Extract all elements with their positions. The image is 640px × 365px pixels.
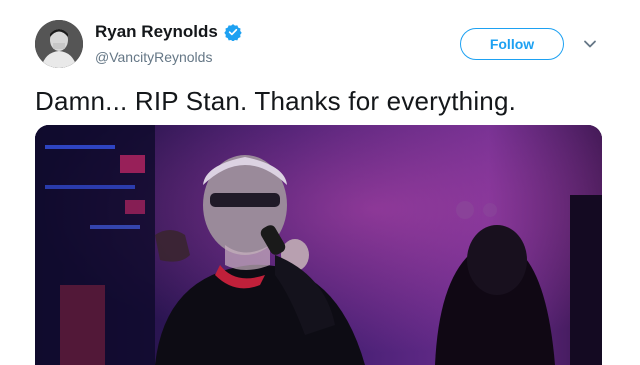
avatar[interactable] <box>35 20 83 68</box>
author-handle[interactable]: @VancityReynolds <box>95 49 212 65</box>
tweet-text: Damn... RIP Stan. Thanks for everything. <box>35 86 517 116</box>
media-photo <box>35 125 602 365</box>
author-name-row[interactable]: Ryan Reynolds <box>95 22 242 42</box>
author-name[interactable]: Ryan Reynolds <box>95 22 218 42</box>
tweet-media-image[interactable] <box>35 125 602 365</box>
chevron-down-icon[interactable] <box>582 36 598 52</box>
verified-badge-icon <box>224 24 242 41</box>
avatar-image <box>35 20 83 68</box>
follow-button[interactable]: Follow <box>460 28 564 60</box>
